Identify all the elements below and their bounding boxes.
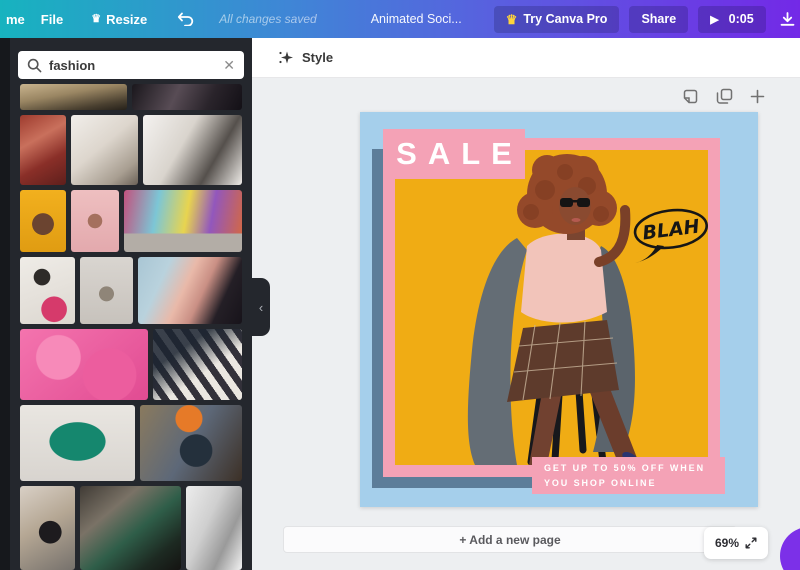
photo-thumbnail-street-crowd[interactable] [20, 84, 127, 110]
search-box: ✕ [18, 51, 244, 79]
undo-button[interactable] [177, 12, 195, 26]
crown-icon: ♛ [505, 11, 518, 27]
photo-thumbnail-red-fashion-women[interactable] [20, 114, 66, 185]
photo-thumbnail-flatlay-pink-flowers[interactable] [20, 257, 75, 324]
try-canva-pro-label: Try Canva Pro [523, 12, 608, 26]
share-button[interactable]: Share [629, 5, 689, 33]
save-status: All changes saved [219, 12, 317, 26]
undo-icon [178, 12, 194, 26]
share-label: Share [641, 12, 677, 26]
blah-speech-bubble[interactable]: BLAH [631, 206, 715, 264]
zoom-control: 69% [704, 527, 768, 559]
try-canva-pro-button[interactable]: ♛ Try Canva Pro [493, 5, 620, 33]
zoom-level[interactable]: 69% [715, 536, 739, 550]
show-notes-icon[interactable] [682, 88, 699, 105]
photo-row [20, 114, 242, 185]
photo-row [20, 257, 242, 324]
photo-thumbnail-green-floral-shadow[interactable] [80, 485, 181, 570]
resize-menu[interactable]: ♛ Resize [91, 12, 147, 27]
photo-thumbnail-polka-dress-orange-smoke[interactable] [140, 404, 242, 481]
design-page[interactable]: BLAH SALE GET UP TO 50% OFF WHEN YOU SHO… [360, 112, 758, 507]
photo-row [20, 485, 242, 570]
resize-menu-label: Resize [106, 11, 148, 27]
play-time: 0:05 [728, 12, 754, 26]
top-bar: me File ♛ Resize All changes saved Anima… [0, 0, 800, 38]
sidebar-rail [0, 38, 10, 570]
media-search-panel: ✕ [0, 38, 252, 570]
sale-text-element[interactable]: SALE [383, 129, 525, 179]
file-menu[interactable]: File [41, 12, 63, 27]
canva-editor: me File ♛ Resize All changes saved Anima… [0, 0, 800, 570]
add-new-page-button[interactable]: + Add a new page [283, 526, 737, 553]
download-button[interactable] [778, 11, 797, 28]
canvas-area: Style BLAH SALE GET UP TO 50% OFF WHEN Y… [252, 38, 800, 570]
add-new-page-label: + Add a new page [459, 532, 561, 547]
plaid-skirt [507, 320, 619, 402]
home-menu[interactable]: me [0, 12, 25, 27]
play-preview-button[interactable]: ▶ 0:05 [698, 5, 766, 33]
photo-row [20, 328, 242, 400]
canvas-toolbar: Style [252, 38, 800, 78]
document-title[interactable]: Animated Soci... [371, 12, 462, 26]
photo-frame-element[interactable]: BLAH [383, 138, 720, 477]
canvas-body: BLAH SALE GET UP TO 50% OFF WHEN YOU SHO… [252, 78, 800, 570]
sparkle-icon [279, 51, 293, 63]
photo-row [20, 404, 242, 481]
photo-thumbnail-yellow-model[interactable] [20, 189, 66, 253]
promo-line-1: GET UP TO 50% OFF WHEN [544, 463, 705, 473]
help-button[interactable]: ? [780, 527, 800, 570]
photo-grid [20, 84, 242, 570]
photo-row [20, 84, 242, 110]
promo-line-2: YOU SHOP ONLINE [544, 477, 657, 488]
fashion-model-photo[interactable] [395, 150, 708, 465]
photo-thumbnail-dark-clothing[interactable] [132, 84, 242, 110]
crown-icon: ♛ [91, 12, 102, 25]
page-actions [682, 88, 765, 105]
photo-thumbnail-flatlay-shoes-hat[interactable] [71, 114, 138, 185]
photo-thumbnail-flatlay-white-jacket[interactable] [143, 114, 242, 185]
style-button[interactable]: Style [302, 50, 333, 65]
pink-sweater [521, 233, 607, 323]
download-tray-icon [780, 11, 795, 26]
photo-thumbnail-street-black-outfit[interactable] [20, 485, 75, 570]
photo-thumbnail-striped-bag[interactable] [153, 328, 242, 400]
photo-thumbnail-pink-feathers[interactable] [20, 328, 148, 400]
sale-text: SALE [396, 136, 523, 171]
duplicate-page-icon[interactable] [716, 88, 733, 105]
promo-text-element[interactable]: GET UP TO 50% OFF WHEN YOU SHOP ONLINE [532, 457, 725, 494]
photo-row [20, 189, 242, 253]
collapse-panel-button[interactable]: ‹ [252, 278, 270, 336]
chevron-left-icon: ‹ [258, 299, 264, 315]
add-page-icon[interactable] [750, 89, 765, 104]
photo-thumbnail-graffiti-boots[interactable] [124, 189, 242, 253]
bubble-tail [635, 245, 664, 263]
photo-thumbnail-white-wall-person[interactable] [80, 257, 133, 324]
search-input[interactable] [49, 57, 217, 73]
photo-thumbnail-pink-dancer[interactable] [71, 189, 119, 253]
photo-thumbnail-jacket-watch-closeup[interactable] [138, 257, 242, 324]
photo-thumbnail-teal-dress[interactable] [20, 404, 135, 481]
play-icon: ▶ [710, 13, 719, 26]
search-icon [27, 58, 42, 72]
photo-thumbnail-bw-man-chair[interactable] [186, 485, 242, 570]
fullscreen-icon[interactable] [745, 537, 757, 549]
clear-search-icon[interactable]: ✕ [223, 57, 235, 74]
lips [571, 218, 581, 222]
